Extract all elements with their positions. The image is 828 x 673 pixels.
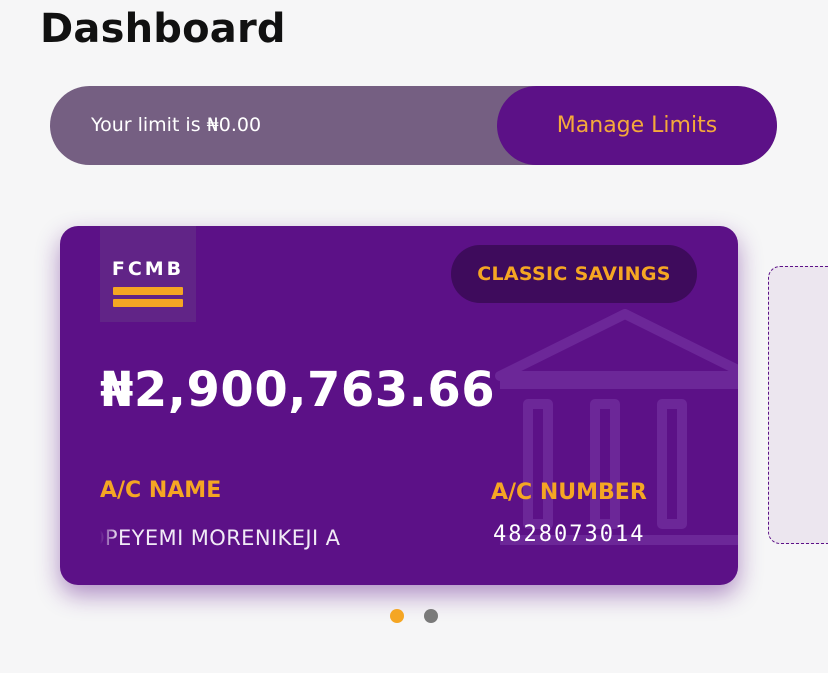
account-name-label: A/C NAME bbox=[100, 478, 222, 503]
account-number-value: 4828073014 bbox=[493, 522, 646, 547]
dashboard-screen: Dashboard Your limit is ₦0.00 Manage Lim… bbox=[0, 0, 828, 673]
account-name-marquee: OPEYEMI MORENIKEJI A bbox=[100, 526, 410, 558]
account-type-badge: CLASSIC SAVINGS bbox=[451, 245, 697, 303]
limit-bar: Your limit is ₦0.00 Manage Limits bbox=[50, 86, 777, 165]
bank-logo-mark bbox=[113, 287, 183, 309]
next-account-card-peek[interactable] bbox=[768, 266, 828, 544]
bank-logo-text: FCMB bbox=[111, 258, 185, 280]
pager-dot[interactable] bbox=[424, 609, 438, 623]
manage-limits-button[interactable]: Manage Limits bbox=[497, 86, 777, 165]
page-title: Dashboard bbox=[40, 6, 286, 52]
bank-logo: FCMB bbox=[100, 226, 196, 322]
account-number-label: A/C NUMBER bbox=[491, 480, 647, 505]
limit-text: Your limit is ₦0.00 bbox=[91, 114, 262, 136]
account-name-value: OPEYEMI MORENIKEJI A bbox=[100, 526, 341, 550]
account-balance: ₦2,900,763.66 bbox=[100, 362, 496, 418]
account-card[interactable]: FCMB CLASSIC SAVINGS ₦2,900,763.66 A/C N… bbox=[60, 226, 738, 585]
pager-dot-active[interactable] bbox=[390, 609, 404, 623]
